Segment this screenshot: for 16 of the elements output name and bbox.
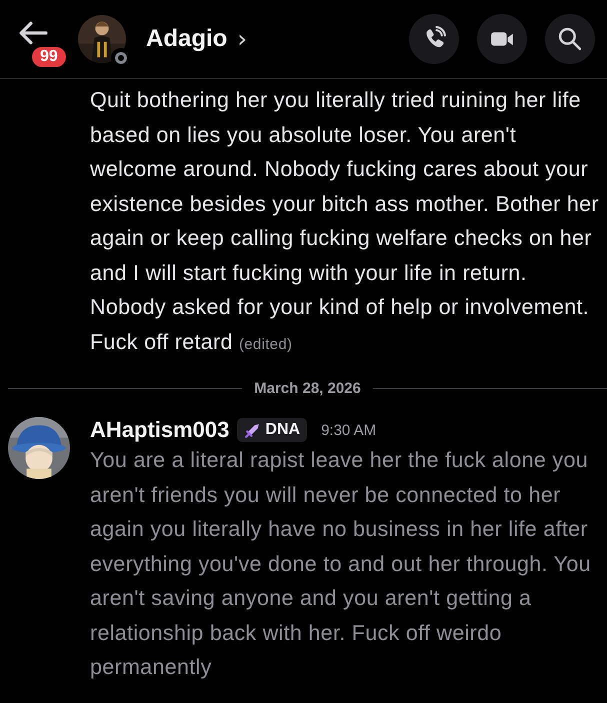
message-text: Quit bothering her you literally tried ruining her life based on lies you absolute loser. You aren't welcome around. Nobody fucking cares about your existence besides your bitch ass mother. Bother her again or keep calling fucking welfare checks on her and I will start fucking with your life in return. Nobody asked for your kind of help or involvement. Fuck off retard (edited) [90, 87, 600, 356]
channel-title[interactable]: Adagio › [146, 25, 247, 53]
edited-label: (edited) [239, 336, 292, 352]
unread-badge: 99 [30, 45, 68, 69]
message-text: You are a literal rapist leave her the fuck alone you aren't friends you will never be connected to her again you literally have no business in her life after everything you've done to and out her through. You aren't saving anyone and you aren't getting a relationship back with her. Fuck off weirdo permanently [90, 447, 592, 681]
voice-call-button[interactable] [409, 14, 459, 64]
server-tag: DNA [237, 418, 308, 442]
back-arrow-icon [18, 20, 48, 46]
timestamp: 9:30 AM [321, 422, 376, 438]
search-button[interactable] [545, 14, 595, 64]
date-divider-label: March 28, 2026 [254, 380, 361, 397]
sword-icon [244, 422, 262, 438]
back-button[interactable] [18, 19, 50, 47]
video-call-button[interactable] [477, 14, 527, 64]
search-icon [557, 26, 583, 52]
username[interactable]: AHaptism003 [90, 417, 230, 443]
